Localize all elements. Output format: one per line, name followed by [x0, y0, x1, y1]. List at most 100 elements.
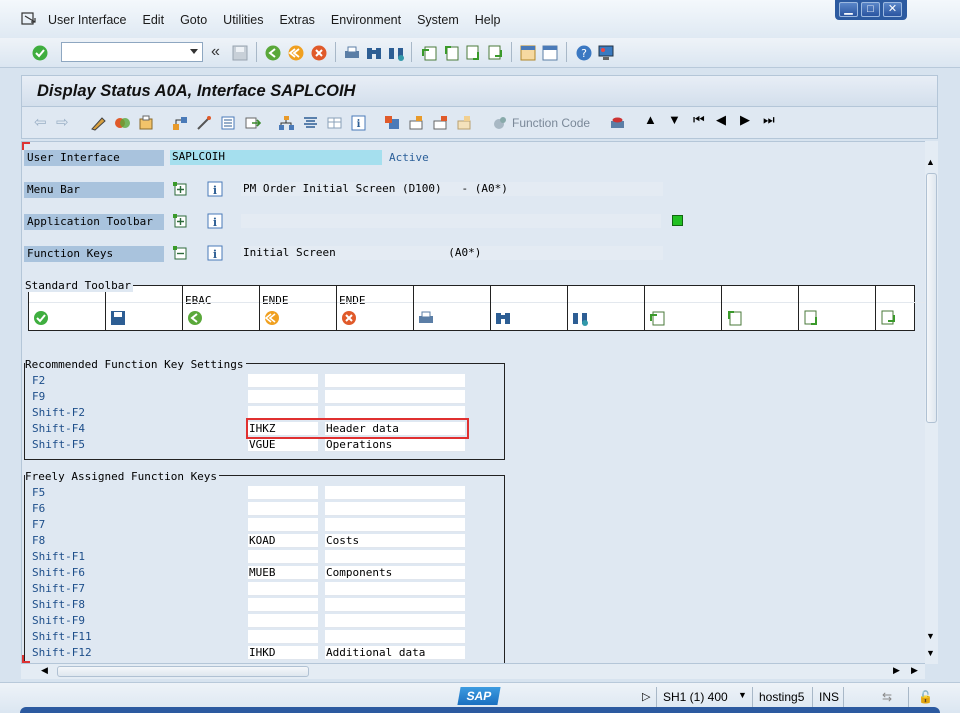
toolbar-cell[interactable] [568, 286, 645, 330]
chevron-down-icon[interactable] [190, 49, 198, 54]
print-icon[interactable] [343, 44, 361, 62]
list-icon[interactable] [220, 115, 237, 131]
toolbar-cell[interactable] [414, 286, 491, 330]
vertical-scrollbar[interactable]: ▲ ▼ ▼ [925, 141, 938, 664]
menu-system[interactable]: System [417, 13, 459, 27]
menu-bar-info-icon[interactable]: i [207, 181, 223, 197]
toolbar-cell[interactable] [645, 286, 722, 330]
align-icon[interactable] [302, 115, 319, 131]
menu-user-interface[interactable]: User Interface [48, 13, 127, 27]
last-page-icon[interactable] [486, 44, 504, 62]
edit-wand-icon[interactable] [196, 115, 213, 131]
object-list-icon[interactable] [138, 115, 155, 131]
toolbar-cell[interactable] [29, 286, 106, 330]
scroll-left-arrow-icon[interactable]: ◀ [41, 665, 48, 676]
function-code-cell[interactable] [248, 630, 318, 644]
function-text-cell[interactable]: Additional data [325, 646, 465, 660]
application-toolbar-info-icon[interactable]: i [207, 213, 223, 229]
function-code-cell[interactable] [248, 614, 318, 628]
function-text-cell[interactable] [325, 614, 465, 628]
help-icon[interactable]: ? [575, 44, 593, 62]
lock-icon[interactable]: 🔓 [918, 690, 933, 704]
menu-goto[interactable]: Goto [180, 13, 207, 27]
save-icon[interactable] [231, 44, 249, 62]
print-icon[interactable] [418, 310, 434, 326]
previous-icon[interactable]: ◀ [716, 112, 733, 128]
last-page-icon[interactable] [880, 310, 896, 326]
back-arrow-icon[interactable]: ⇦ [34, 113, 51, 131]
close-button[interactable]: ✕ [883, 2, 902, 17]
function-code-cell[interactable] [248, 502, 318, 516]
find-next-icon[interactable] [572, 310, 588, 326]
display-change-icon[interactable] [90, 115, 107, 131]
application-toolbar-field[interactable] [241, 214, 661, 228]
scroll-up-icon[interactable]: ▲ [644, 112, 661, 128]
function-text-cell[interactable] [325, 582, 465, 596]
exit-icon[interactable] [264, 310, 280, 326]
function-text-cell[interactable]: Costs [325, 534, 465, 548]
enter-icon[interactable] [31, 44, 49, 62]
shortcut-icon[interactable] [541, 44, 559, 62]
transfer-icon[interactable]: ⇆ [882, 690, 892, 704]
exit-icon[interactable] [287, 44, 305, 62]
menu-environment[interactable]: Environment [331, 13, 401, 27]
toolbar-cell[interactable] [722, 286, 799, 330]
menu-utilities[interactable]: Utilities [223, 13, 263, 27]
function-code-icon[interactable] [492, 115, 509, 131]
scroll-up-arrow-icon[interactable]: ▲ [926, 157, 935, 167]
toolbar-cell[interactable]: ENDE [337, 286, 414, 330]
previous-page-icon[interactable] [726, 310, 742, 326]
next-page-icon[interactable] [803, 310, 819, 326]
user-interface-field[interactable]: SAPLCOIH [170, 150, 382, 165]
insert-row-icon[interactable] [408, 115, 425, 131]
function-keys-field[interactable]: Initial Screen (A0*) [241, 246, 663, 260]
function-code-cell[interactable]: VGUE [248, 438, 318, 452]
horizontal-scroll-thumb[interactable] [57, 666, 309, 677]
function-code-cell[interactable] [248, 486, 318, 500]
back-icon[interactable] [264, 44, 282, 62]
vertical-scroll-thumb[interactable] [926, 173, 937, 423]
dropdown-icon[interactable]: ▼ [738, 690, 747, 700]
table-icon[interactable] [326, 115, 343, 131]
active-inactive-icon[interactable] [114, 115, 131, 131]
function-code-cell[interactable]: KOAD [248, 534, 318, 548]
find-icon[interactable] [365, 44, 383, 62]
last-icon[interactable]: ⏭ [763, 112, 780, 128]
find-icon[interactable] [495, 310, 511, 326]
function-text-cell[interactable] [325, 630, 465, 644]
toolbar-cell[interactable] [799, 286, 876, 330]
session-info[interactable]: SH1 (1) 400 [663, 690, 728, 704]
next-icon[interactable]: ▶ [740, 112, 757, 128]
toolbar-cell[interactable] [106, 286, 183, 330]
function-text-cell[interactable] [325, 502, 465, 516]
previous-page-icon[interactable] [442, 44, 460, 62]
scroll-down-arrow-icon[interactable]: ▼ [926, 631, 935, 641]
toolbar-cell[interactable]: EBAC [183, 286, 260, 330]
function-keys-info-icon[interactable]: i [207, 245, 223, 261]
function-text-cell[interactable] [325, 598, 465, 612]
function-text-cell[interactable] [325, 518, 465, 532]
menu-bar-field[interactable]: PM Order Initial Screen (D100) - (A0*) [241, 182, 663, 196]
menu-help[interactable]: Help [475, 13, 501, 27]
status-expand-icon[interactable]: ▷ [642, 690, 650, 703]
function-text-cell[interactable] [325, 550, 465, 564]
function-text-cell[interactable] [325, 374, 465, 388]
function-code-cell[interactable]: IHKD [248, 646, 318, 660]
cancel-icon[interactable] [341, 310, 357, 326]
horizontal-scrollbar[interactable]: ◀ ▶ ▶ [21, 664, 925, 679]
create-session-icon[interactable] [519, 44, 537, 62]
export-icon[interactable] [244, 115, 261, 131]
input-mode[interactable]: INS [819, 690, 839, 704]
hierarchy-icon[interactable] [172, 115, 189, 131]
collapse-function-keys-icon[interactable] [172, 245, 188, 261]
function-text-cell[interactable] [325, 486, 465, 500]
delete-row-icon[interactable] [432, 115, 449, 131]
function-code-cell[interactable] [248, 550, 318, 564]
function-code-cell[interactable] [248, 582, 318, 596]
first-icon[interactable]: ⏮ [693, 112, 710, 128]
collapse-icon[interactable]: « [211, 43, 229, 61]
function-text-cell[interactable] [325, 390, 465, 404]
menu-edit[interactable]: Edit [143, 13, 165, 27]
function-text-cell[interactable]: Operations [325, 438, 465, 452]
first-page-icon[interactable] [420, 44, 438, 62]
